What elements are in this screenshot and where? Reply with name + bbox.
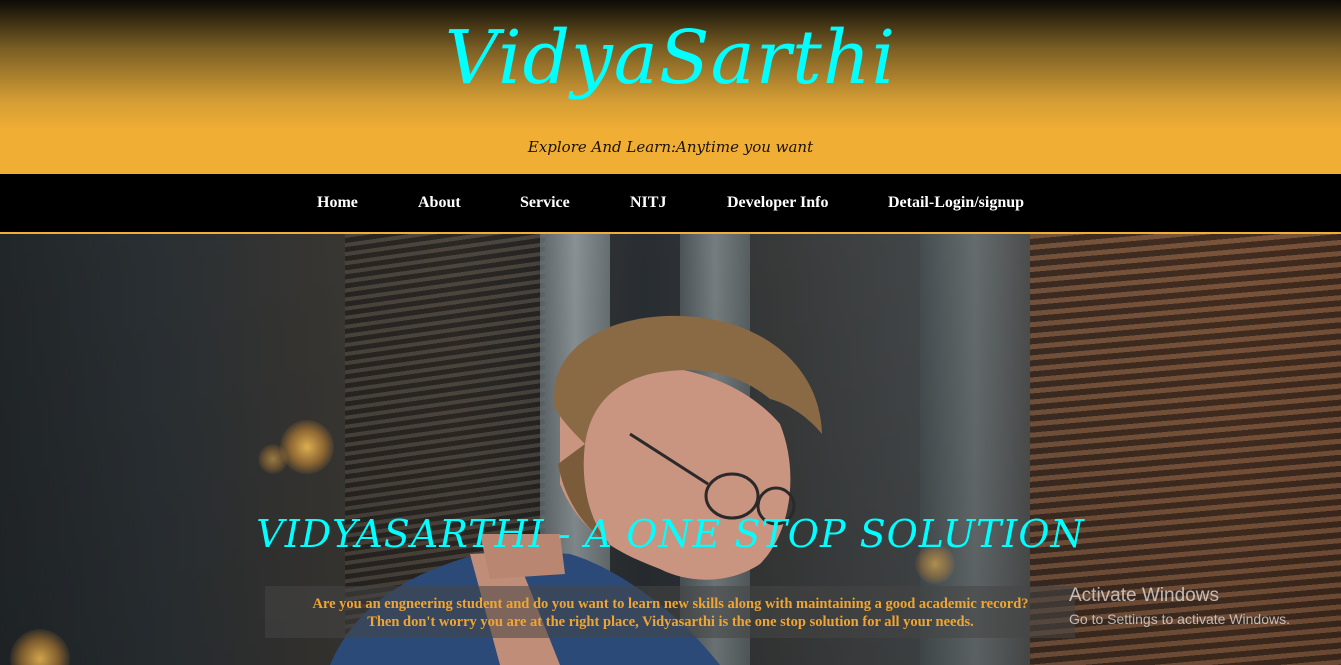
- nav-login-signup-link[interactable]: Detail-Login/signup: [888, 174, 1024, 232]
- windows-activation-watermark: Activate Windows Go to Settings to activ…: [1069, 584, 1339, 630]
- main-nav: Home About Service NITJ Developer Info D…: [0, 174, 1341, 234]
- hero-title: VIDYASARTHI - A ONE STOP SOLUTION: [256, 512, 1085, 556]
- nav-home-link[interactable]: Home: [317, 174, 358, 232]
- nav-developer-info-link[interactable]: Developer Info: [727, 174, 828, 232]
- watermark-title: Activate Windows: [1069, 585, 1219, 606]
- nav-nitj-link[interactable]: NITJ: [630, 174, 666, 232]
- watermark-subtitle: Go to Settings to activate Windows.: [1069, 611, 1290, 627]
- site-tagline: Explore And Learn:Anytime you want: [527, 138, 814, 156]
- site-header: VidyaSarthi Explore And Learn:Anytime yo…: [0, 0, 1341, 174]
- nav-service-link[interactable]: Service: [520, 174, 570, 232]
- nav-about-link[interactable]: About: [418, 174, 461, 232]
- hero-section: VIDYASARTHI - A ONE STOP SOLUTION Are yo…: [0, 234, 1341, 665]
- site-logo-title[interactable]: VidyaSarthi: [0, 8, 1341, 108]
